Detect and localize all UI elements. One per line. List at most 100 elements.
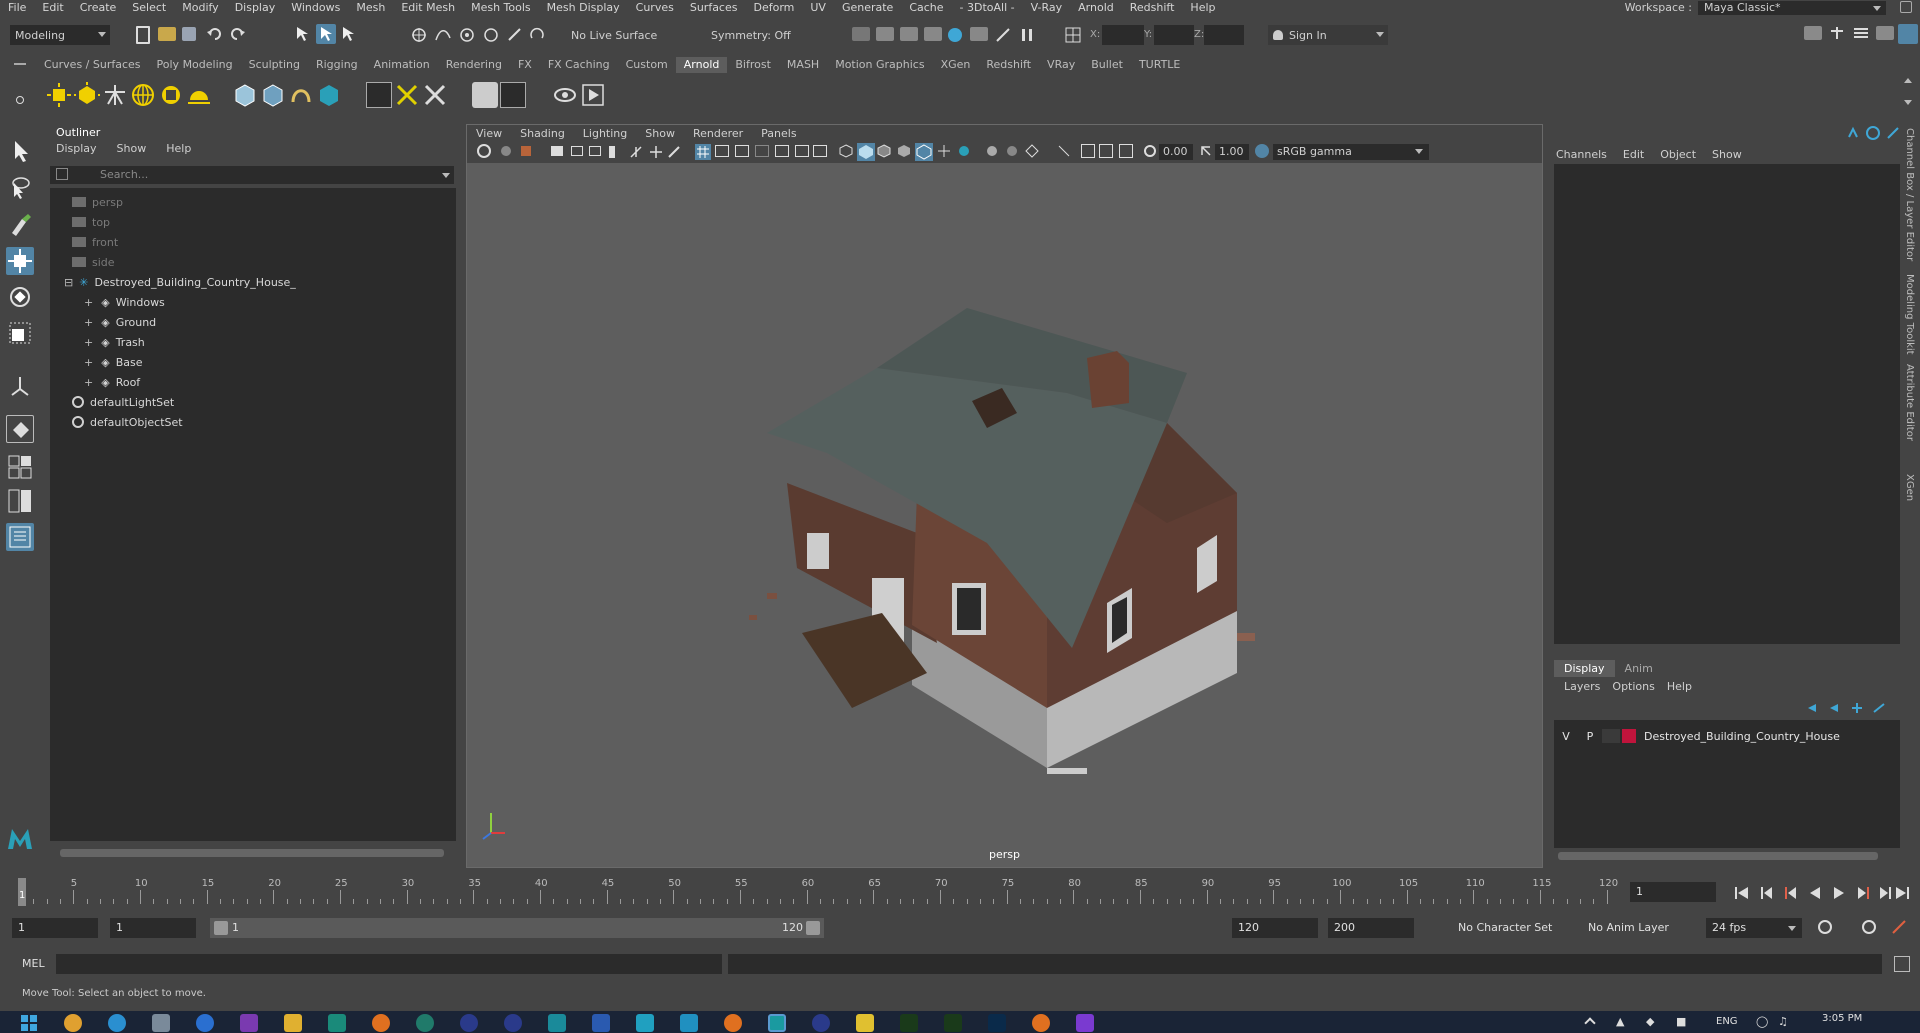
playback-end-field[interactable]: 120 — [1232, 918, 1318, 938]
sign-in-button[interactable]: Sign In — [1268, 25, 1388, 45]
photoshop-icon[interactable] — [988, 1014, 1006, 1032]
menu-modify[interactable]: Modify — [174, 1, 226, 14]
show-channel-box-icon[interactable] — [1898, 24, 1918, 44]
shelf-tab-sculpting[interactable]: Sculpting — [241, 57, 308, 73]
menu-3dtoall[interactable]: - 3DtoAll - — [952, 1, 1023, 14]
pause-icon[interactable] — [1018, 26, 1036, 44]
shelf-tab-motion-graphics[interactable]: Motion Graphics — [827, 57, 932, 73]
outliner-item[interactable]: defaultObjectSet — [72, 412, 183, 432]
shelf-scroll-down-icon[interactable] — [1904, 100, 1912, 105]
menu-curves[interactable]: Curves — [628, 1, 682, 14]
safe-action-icon[interactable] — [649, 145, 663, 159]
shelf-tab-fx-caching[interactable]: FX Caching — [540, 57, 618, 73]
menu-uv[interactable]: UV — [802, 1, 834, 14]
3dsmax-icon[interactable] — [636, 1014, 654, 1032]
outliner-item[interactable]: side — [72, 252, 115, 272]
side-tab-modeling-toolkit[interactable]: Modeling Toolkit — [1904, 274, 1915, 355]
camera-attributes-icon[interactable] — [477, 144, 491, 158]
outliner-item[interactable]: + ◈ Roof — [84, 372, 140, 392]
film-gate-icon[interactable] — [609, 146, 615, 158]
animation-preferences-icon[interactable] — [1890, 918, 1908, 936]
maya-icon[interactable] — [768, 1014, 786, 1032]
menu-display[interactable]: Display — [227, 1, 284, 14]
safe-title-icon[interactable] — [735, 145, 749, 157]
render-to-texture-icon[interactable] — [316, 82, 342, 108]
visual-studio-icon[interactable] — [1076, 1014, 1094, 1032]
app-icon[interactable] — [460, 1014, 478, 1032]
backface-culling-icon[interactable] — [1099, 144, 1113, 158]
menu-edit-mesh[interactable]: Edit Mesh — [393, 1, 463, 14]
app-icon[interactable] — [812, 1014, 830, 1032]
outliner-layout-icon[interactable] — [6, 523, 34, 551]
tool-settings-icon[interactable] — [1852, 26, 1870, 40]
photometric-light-icon[interactable] — [102, 82, 128, 108]
select-by-object-icon[interactable] — [316, 24, 336, 44]
select-by-component-icon[interactable] — [340, 25, 358, 43]
channel-box-menu-show[interactable]: Show — [1712, 148, 1742, 161]
move-layer-down-icon[interactable] — [1828, 702, 1842, 714]
viewport-menu-shading[interactable]: Shading — [511, 127, 574, 140]
outliner-item[interactable]: + ◈ Ground — [84, 312, 156, 332]
script-language-label[interactable]: MEL — [22, 957, 45, 970]
motion-blur-icon[interactable] — [985, 144, 999, 158]
mesh-light-icon[interactable] — [74, 82, 100, 108]
snap-to-grid-icon[interactable] — [410, 26, 428, 44]
layer-color-swatch[interactable] — [1622, 729, 1636, 743]
side-tab-xgen[interactable]: XGen — [1904, 474, 1915, 501]
menu-edit[interactable]: Edit — [34, 1, 71, 14]
channel-box-menu-channels[interactable]: Channels — [1556, 148, 1607, 161]
curve-collector-icon[interactable] — [288, 82, 314, 108]
undo-icon[interactable] — [206, 27, 224, 41]
shelf-scroll-up-icon[interactable] — [1904, 78, 1912, 83]
soft-modification-tool-icon[interactable] — [6, 373, 34, 401]
wireframe-on-shaded-icon[interactable] — [877, 144, 891, 158]
xray-icon[interactable] — [795, 145, 809, 157]
substance-designer-icon[interactable] — [944, 1014, 962, 1032]
tab-anim[interactable]: Anim — [1615, 660, 1663, 677]
layer-menu-layers[interactable]: Layers — [1564, 680, 1600, 693]
persp-viewport[interactable]: View Shading Lighting Show Renderer Panels — [466, 124, 1543, 868]
channel-box-refresh-icon[interactable] — [1866, 126, 1880, 140]
grease-pencil-icon[interactable] — [667, 145, 681, 159]
isolate-icon[interactable] — [1057, 144, 1071, 158]
exposure-field[interactable]: 0.00 — [1159, 144, 1193, 160]
isolate-select-icon[interactable] — [775, 145, 789, 157]
expand-icon[interactable]: + — [84, 376, 93, 389]
single-perspective-layout-icon[interactable] — [6, 415, 34, 443]
expand-icon[interactable]: + — [84, 336, 93, 349]
menu-mesh[interactable]: Mesh — [348, 1, 393, 14]
wireframe-icon[interactable] — [839, 144, 853, 158]
layer-name[interactable]: Destroyed_Building_Country_House — [1644, 730, 1840, 743]
modeling-toolkit-icon[interactable] — [1804, 26, 1822, 40]
tx-manager-icon[interactable] — [472, 82, 498, 108]
animation-start-field[interactable]: 1 — [12, 918, 98, 938]
arnold-render-icon[interactable] — [994, 26, 1012, 44]
auto-key-icon[interactable] — [1860, 918, 1878, 936]
light-portal-icon[interactable] — [158, 82, 184, 108]
menu-create[interactable]: Create — [72, 1, 125, 14]
channel-box-nav-icon[interactable] — [1846, 126, 1860, 140]
save-scene-icon[interactable] — [182, 27, 196, 41]
menu-select[interactable]: Select — [124, 1, 174, 14]
xray-active-icon[interactable] — [1081, 144, 1095, 158]
edge-icon[interactable] — [108, 1014, 126, 1032]
menu-mesh-tools[interactable]: Mesh Tools — [463, 1, 539, 14]
render-current-frame-icon[interactable] — [900, 27, 918, 41]
snap-to-point-icon[interactable] — [458, 26, 476, 44]
language-indicator[interactable]: ENG — [1716, 1016, 1738, 1027]
outliner-menu-show[interactable]: Show — [117, 142, 147, 155]
chrome-icon[interactable] — [64, 1014, 82, 1032]
smooth-shade-icon[interactable] — [857, 143, 875, 161]
new-layer-selected-icon[interactable] — [1872, 702, 1886, 714]
select-tool-icon[interactable] — [6, 137, 34, 165]
menu-v-ray[interactable]: V-Ray — [1023, 1, 1071, 14]
command-input[interactable] — [56, 954, 722, 974]
new-scene-icon[interactable] — [136, 26, 150, 44]
rotate-tool-icon[interactable] — [6, 283, 34, 311]
image-plane-icon[interactable] — [521, 146, 531, 156]
shelf-tab-turtle[interactable]: TURTLE — [1131, 57, 1188, 73]
overscan-icon[interactable] — [755, 145, 769, 157]
channel-box-icon[interactable] — [1876, 26, 1894, 40]
clock-time[interactable]: 3:05 PM — [1822, 1013, 1862, 1024]
windows-start-icon[interactable] — [20, 1014, 38, 1032]
